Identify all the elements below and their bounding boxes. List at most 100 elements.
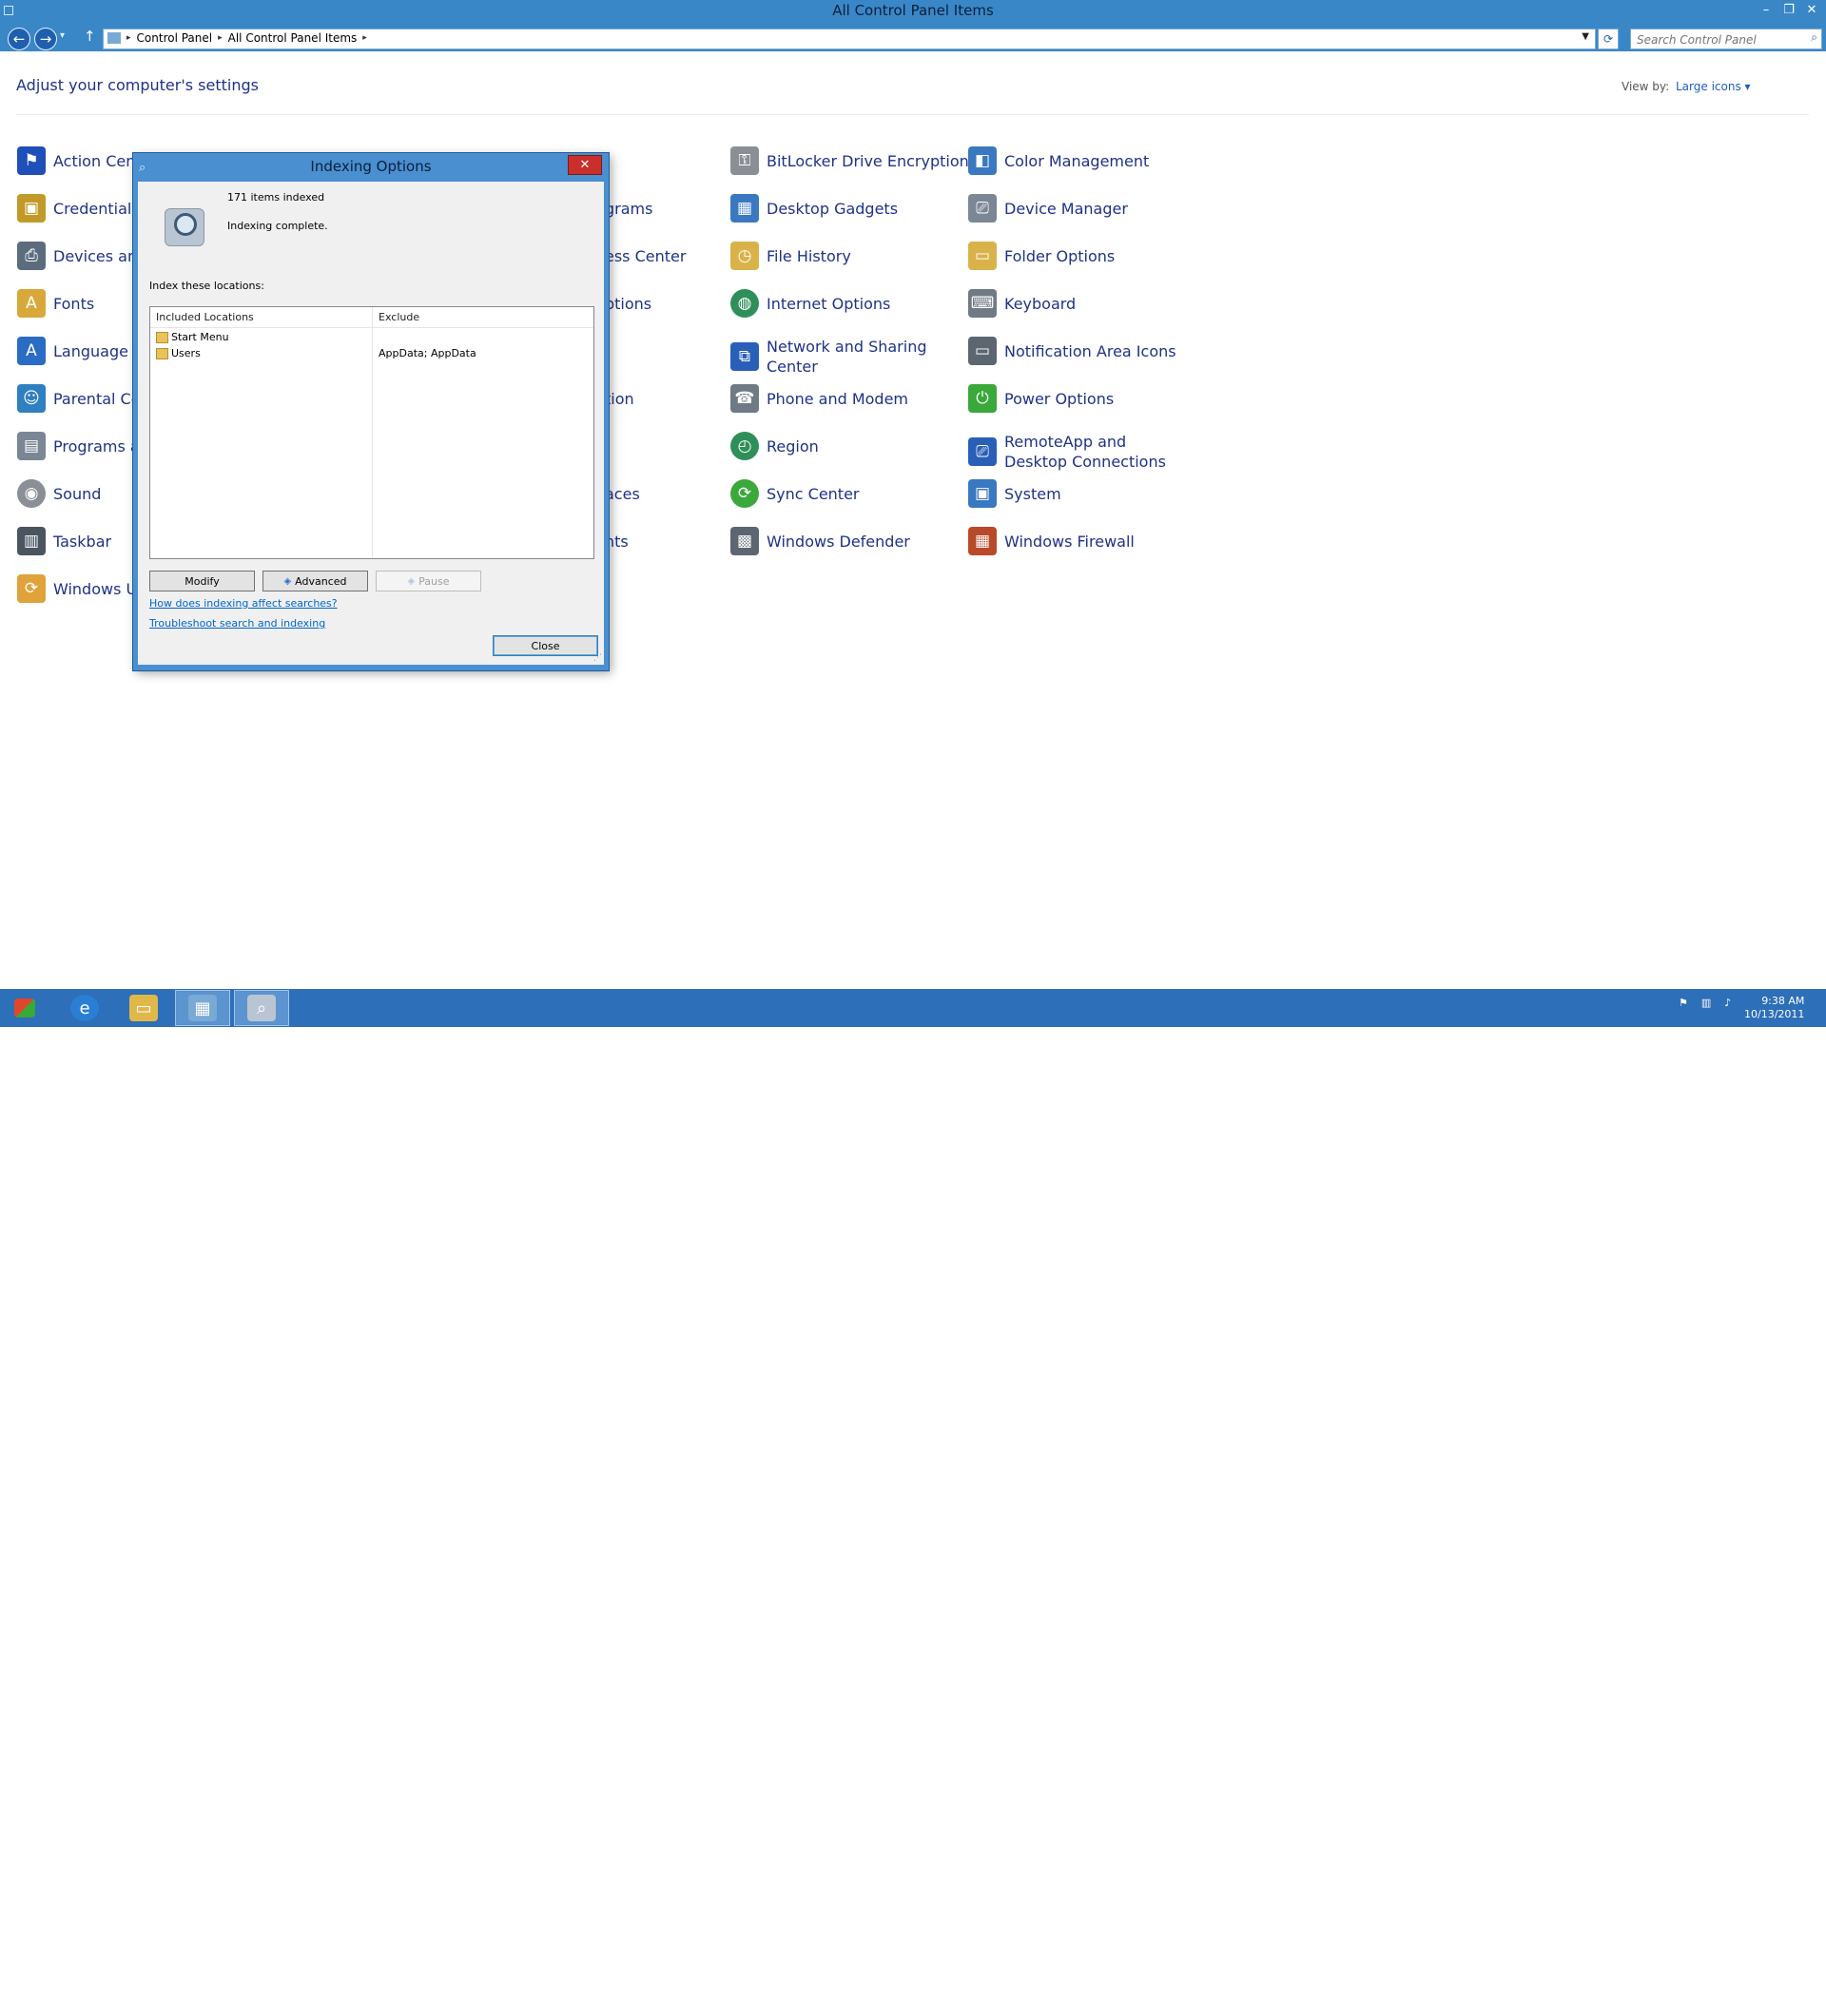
shield-icon: ◈	[407, 575, 416, 587]
cp-item-label: Internet Options	[767, 294, 891, 313]
back-button[interactable]: ←	[8, 28, 30, 50]
list-item[interactable]: Users AppData; AppData	[150, 345, 593, 361]
column-header-exclude[interactable]: Exclude	[379, 311, 419, 323]
taskbar: e ▭ ▦ ⌕ The Collection Book ⚑ ▥ ♪ 9:38 A…	[0, 989, 1826, 2011]
forward-button[interactable]: →	[34, 28, 57, 50]
troubleshoot-link[interactable]: Troubleshoot search and indexing	[149, 617, 325, 630]
cp-item-fonts[interactable]: A Fonts	[17, 289, 94, 318]
restore-button[interactable]: ❐	[1778, 1, 1799, 18]
power-icon: ⏻	[968, 384, 997, 413]
close-window-button[interactable]: ✕	[1801, 1, 1822, 18]
view-by-dropdown[interactable]: Large icons ▾	[1676, 80, 1751, 93]
taskbar-indexing-options[interactable]: ⌕	[234, 990, 289, 1026]
minimize-button[interactable]: –	[1756, 1, 1777, 18]
taskbar-control-panel[interactable]: ▦	[175, 990, 230, 1026]
region-globe-icon: ◴	[730, 432, 759, 460]
cp-item-parental-controls[interactable]: ☺ Parental Co	[17, 384, 141, 413]
address-dropdown-icon[interactable]: ▼	[1582, 31, 1589, 42]
taskbar-file-explorer[interactable]: ▭	[116, 990, 171, 1026]
cp-item-internet-options[interactable]: ◍ Internet Options	[730, 289, 890, 318]
network-tray-icon[interactable]: ▥	[1701, 997, 1711, 1009]
device-manager-icon: ⎚	[968, 194, 997, 223]
cp-item-label: Device Manager	[1004, 199, 1128, 218]
search-input[interactable]	[1631, 30, 1800, 49]
cp-item-label: RemoteApp and Desktop Connections	[1004, 433, 1166, 471]
page-title: Adjust your computer's settings	[16, 76, 259, 94]
cp-item-taskbar[interactable]: ▥ Taskbar	[17, 527, 111, 555]
globe-icon: ◍	[730, 289, 759, 318]
cp-item-credential-manager[interactable]: ▣ Credential I	[17, 194, 141, 223]
cp-item-label: System	[1004, 484, 1061, 503]
action-center-flag-icon[interactable]: ⚑	[1679, 997, 1688, 1009]
view-by-label: View by:	[1622, 80, 1670, 93]
pause-button: ◈ Pause	[376, 571, 481, 591]
cp-item-notification-area-icons[interactable]: ▭ Notification Area Icons	[968, 337, 1176, 365]
location-name: Start Menu	[171, 331, 229, 343]
cp-item-programs-and-features[interactable]: ▤ Programs a	[17, 432, 140, 460]
breadcrumb-separator-icon[interactable]: ▸	[362, 33, 367, 43]
cp-item-bitlocker[interactable]: ⚿ BitLocker Drive Encryption	[730, 146, 969, 175]
cp-item-color-management[interactable]: ◧ Color Management	[968, 146, 1149, 175]
windows-update-icon: ⟳	[17, 574, 46, 603]
programs-icon: ▤	[17, 432, 46, 460]
recent-pages-dropdown[interactable]: ▾	[60, 30, 65, 41]
network-icon: ⧉	[730, 342, 759, 371]
cp-item-label: Language	[53, 341, 128, 360]
window-controls: – ❐ ✕	[1756, 1, 1822, 18]
locations-list[interactable]: Included Locations Exclude Start Menu Us…	[149, 306, 594, 559]
breadcrumb-all-items[interactable]: All Control Panel Items	[228, 31, 358, 45]
breadcrumb-control-panel[interactable]: Control Panel	[137, 31, 213, 45]
cp-item-windows-update[interactable]: ⟳ Windows U	[17, 574, 137, 603]
column-header-included[interactable]: Included Locations	[156, 311, 254, 323]
breadcrumb-separator-icon[interactable]: ▸	[126, 33, 131, 43]
system-tray: ⚑ ▥ ♪	[1679, 997, 1731, 1009]
cp-item-device-manager[interactable]: ⎚ Device Manager	[968, 194, 1128, 223]
pause-label: Pause	[418, 574, 450, 588]
dialog-close-button[interactable]: ✕	[568, 155, 602, 175]
cp-item-system[interactable]: ▣ System	[968, 479, 1061, 508]
list-item[interactable]: Start Menu	[150, 329, 593, 345]
cp-item-language[interactable]: A Language	[17, 337, 128, 365]
cp-item-action-center[interactable]: ⚑ Action Cent	[17, 146, 142, 175]
system-icon: ▣	[968, 479, 997, 508]
cp-item-windows-defender[interactable]: ▩ Windows Defender	[730, 527, 910, 555]
cp-item-sync-center[interactable]: ⟳ Sync Center	[730, 479, 860, 508]
indexing-help-link[interactable]: How does indexing affect searches?	[149, 597, 338, 610]
volume-icon[interactable]: ♪	[1724, 997, 1731, 1009]
cp-item-desktop-gadgets[interactable]: ▦ Desktop Gadgets	[730, 194, 898, 223]
start-button[interactable]	[0, 990, 49, 1026]
cp-item-power-options[interactable]: ⏻ Power Options	[968, 384, 1114, 413]
cp-item-label: Desktop Gadgets	[767, 199, 899, 218]
modify-button[interactable]: Modify	[149, 571, 255, 591]
cp-item-phone-and-modem[interactable]: ☎ Phone and Modem	[730, 384, 908, 413]
cp-item-network-and-sharing[interactable]: ⧉ Network and Sharing Center	[730, 337, 949, 377]
address-bar[interactable]: ▸ Control Panel ▸ All Control Panel Item…	[103, 29, 1596, 49]
cp-item-folder-options[interactable]: ▭ Folder Options	[968, 242, 1115, 270]
cp-item-default-programs[interactable]: grams	[605, 199, 652, 219]
cp-item-ease-of-access-center[interactable]: ess Center	[605, 246, 686, 266]
refresh-button[interactable]: ⟳	[1598, 29, 1619, 49]
up-button[interactable]: ↑	[84, 28, 96, 45]
close-button[interactable]: Close	[493, 635, 598, 656]
cp-item-storage-spaces[interactable]: aces	[605, 484, 640, 504]
cp-item-file-history[interactable]: ◷ File History	[730, 242, 851, 270]
cp-item-personalization[interactable]: tion	[605, 389, 634, 409]
cp-item-remoteapp[interactable]: ⎚ RemoteApp and Desktop Connections	[968, 432, 1187, 472]
search-icon[interactable]: ⌕	[1811, 30, 1817, 45]
search-box[interactable]: ⌕	[1630, 29, 1822, 49]
internet-explorer-icon: e	[70, 995, 99, 1021]
cp-item-region[interactable]: ◴ Region	[730, 432, 819, 460]
cp-item-windows-firewall[interactable]: ▦ Windows Firewall	[968, 527, 1135, 555]
clock[interactable]: 9:38 AM 10/13/2011	[1744, 995, 1804, 1021]
advanced-button[interactable]: ◈ Advanced	[262, 571, 368, 591]
resize-grip-icon[interactable]: ⋰	[593, 653, 602, 663]
cp-item-label: ptions	[605, 295, 652, 313]
cp-item-devices-and-printers[interactable]: ⎙ Devices and	[17, 242, 146, 270]
cp-item-sound[interactable]: ◉ Sound	[17, 479, 101, 508]
file-explorer-icon: ▭	[129, 995, 158, 1021]
breadcrumb-separator-icon[interactable]: ▸	[218, 33, 223, 43]
cp-item-keyboard[interactable]: ⌨ Keyboard	[968, 289, 1076, 318]
taskbar-internet-explorer[interactable]: e	[57, 990, 112, 1026]
cp-item-indexing-options[interactable]: ptions	[605, 294, 651, 314]
cp-item-label: Action Cent	[53, 151, 142, 170]
